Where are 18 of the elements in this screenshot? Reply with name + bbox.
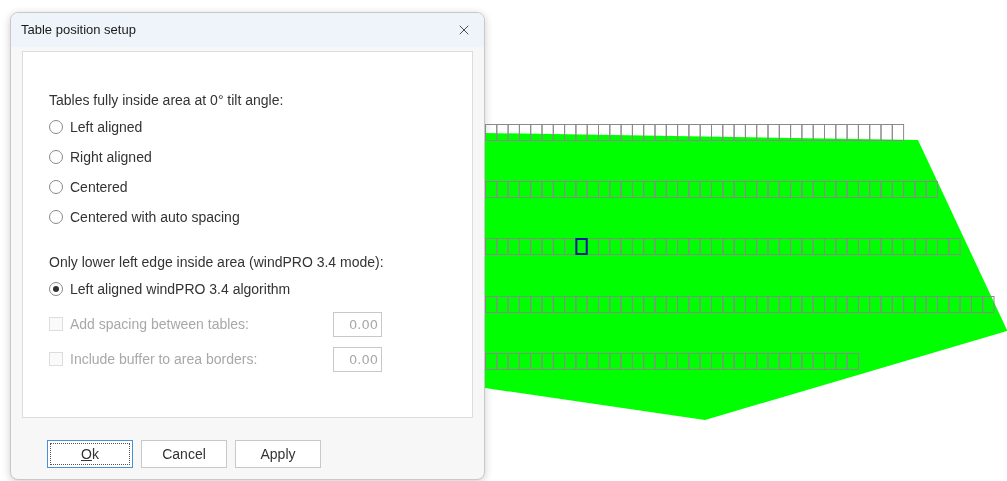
radio-button[interactable] bbox=[49, 150, 63, 164]
radio-button[interactable] bbox=[49, 180, 63, 194]
group-heading: Only lower left edge inside area (windPRO 3.4 mode): bbox=[49, 253, 385, 272]
radio-label: Left aligned bbox=[70, 117, 143, 137]
radio-button[interactable] bbox=[49, 210, 63, 224]
dialog-button[interactable]: Cancel bbox=[141, 440, 227, 468]
radio-button[interactable] bbox=[49, 120, 63, 134]
radio-label: Left aligned windPRO 3.4 algorithm bbox=[70, 279, 291, 299]
checkbox-label: Include buffer to area borders: bbox=[70, 349, 259, 369]
dialog-button[interactable]: Apply bbox=[235, 440, 321, 468]
radio-label: Centered bbox=[70, 177, 128, 197]
radio-label: Centered with auto spacing bbox=[70, 207, 240, 227]
checkbox-label: Add spacing between tables: bbox=[70, 314, 250, 334]
group-heading: Tables fully inside area at 0° tilt angle: bbox=[49, 91, 285, 110]
dialog-button[interactable]: Ok bbox=[47, 440, 133, 468]
radio-button[interactable] bbox=[49, 282, 63, 296]
radio-label: Right aligned bbox=[70, 147, 152, 167]
window-title: Table position setup bbox=[21, 21, 136, 40]
